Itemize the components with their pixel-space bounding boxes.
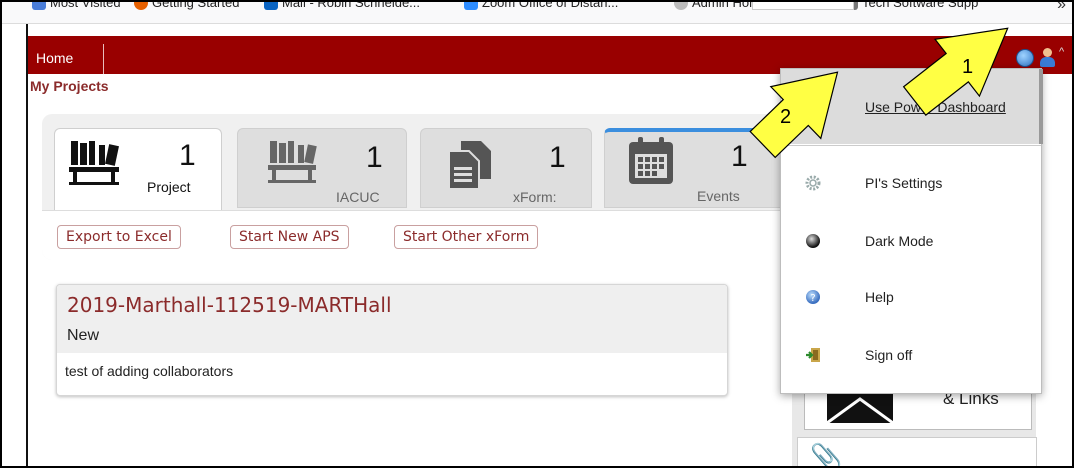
tab-projects[interactable]: 1 Project: [54, 128, 222, 210]
callout-number-2: 2: [780, 106, 792, 128]
project-status: New: [67, 327, 100, 344]
dark-mode-icon: [806, 234, 820, 248]
gear-icon: [32, 2, 46, 10]
user-head-shape: [1043, 48, 1052, 57]
gear-icon: [805, 175, 821, 191]
bookshelf-icon: [268, 141, 317, 183]
project-description: test of adding collaborators: [65, 363, 234, 379]
bookmarks-overflow-icon[interactable]: »: [1057, 2, 1066, 14]
callout-arrow-2: 2: [744, 54, 874, 164]
tab-xforms[interactable]: 1 xForm:: [420, 128, 592, 208]
attachments-tile[interactable]: 📎: [797, 437, 1037, 468]
help-label: Help: [865, 289, 894, 305]
tab-iacuc[interactable]: 1 IACUC: [237, 128, 407, 208]
bookmark-most-visited[interactable]: Most Visited: [32, 2, 121, 10]
app-left-border: [26, 24, 28, 466]
menu-item-help[interactable]: ? Help: [781, 271, 1041, 327]
projects-label: Project: [147, 179, 191, 195]
zoom-icon: [464, 2, 478, 10]
bookmark-getting-started[interactable]: Getting Started: [134, 2, 239, 10]
start-other-xform-button[interactable]: Start Other xForm: [394, 225, 539, 249]
help-icon: ?: [806, 290, 820, 304]
user-menu-icon[interactable]: [1039, 48, 1055, 68]
user-body-shape: [1040, 57, 1055, 67]
project-title-link[interactable]: 2019-Marthall-112519-MARTHall: [67, 293, 717, 317]
outlook-icon: [264, 2, 278, 10]
page-title: My Projects: [30, 78, 109, 94]
project-card[interactable]: 2019-Marthall-112519-MARTHall New test o…: [56, 284, 728, 396]
arrow-up-right-icon: [749, 71, 839, 159]
screenshot-frame: Most Visited Getting Started Mail - Robi…: [0, 0, 1074, 468]
bookmark-mail[interactable]: Mail - Robin Schneide...: [264, 2, 420, 10]
export-to-excel-button[interactable]: Export to Excel: [57, 225, 181, 249]
action-bar: Export to Excel Start New APS Start Othe…: [42, 210, 792, 260]
documents-icon: [448, 141, 491, 190]
dark-mode-label: Dark Mode: [865, 233, 934, 249]
projects-count: 1: [179, 139, 196, 172]
xforms-label: xForm:: [513, 189, 557, 205]
chevron-up-icon[interactable]: ^: [1059, 46, 1064, 58]
paperclip-icon: 📎: [810, 442, 843, 468]
callout-number-1: 1: [962, 56, 974, 78]
calendar-icon: [629, 137, 673, 184]
menu-item-settings[interactable]: PI's Settings: [781, 157, 1041, 213]
iacuc-label: IACUC: [336, 189, 380, 205]
svg-text:?: ?: [810, 293, 815, 304]
sign-off-icon: [806, 348, 820, 362]
bookmarks-popup-edge: [752, 2, 854, 10]
callout-arrow-1: 1: [892, 2, 1032, 116]
bookmark-zoom[interactable]: Zoom Office of Distan...: [464, 2, 618, 10]
arrow-up-right-icon: [902, 27, 1009, 116]
menu-scrollbar[interactable]: [1039, 69, 1043, 144]
firefox-icon: [134, 2, 148, 10]
menu-item-sign-off[interactable]: Sign off: [781, 329, 1041, 385]
start-new-aps-button[interactable]: Start New APS: [230, 225, 349, 249]
project-card-header: 2019-Marthall-112519-MARTHall New: [57, 285, 727, 353]
xforms-count: 1: [549, 141, 566, 174]
events-label: Events: [697, 188, 740, 204]
bookshelf-icon: [69, 141, 119, 185]
menu-item-dark-mode[interactable]: Dark Mode: [781, 215, 1041, 271]
home-tab[interactable]: Home: [36, 44, 104, 74]
iacuc-count: 1: [366, 141, 383, 174]
sign-off-label: Sign off: [865, 347, 913, 363]
settings-label: PI's Settings: [865, 175, 943, 191]
globe-icon: [674, 2, 688, 10]
